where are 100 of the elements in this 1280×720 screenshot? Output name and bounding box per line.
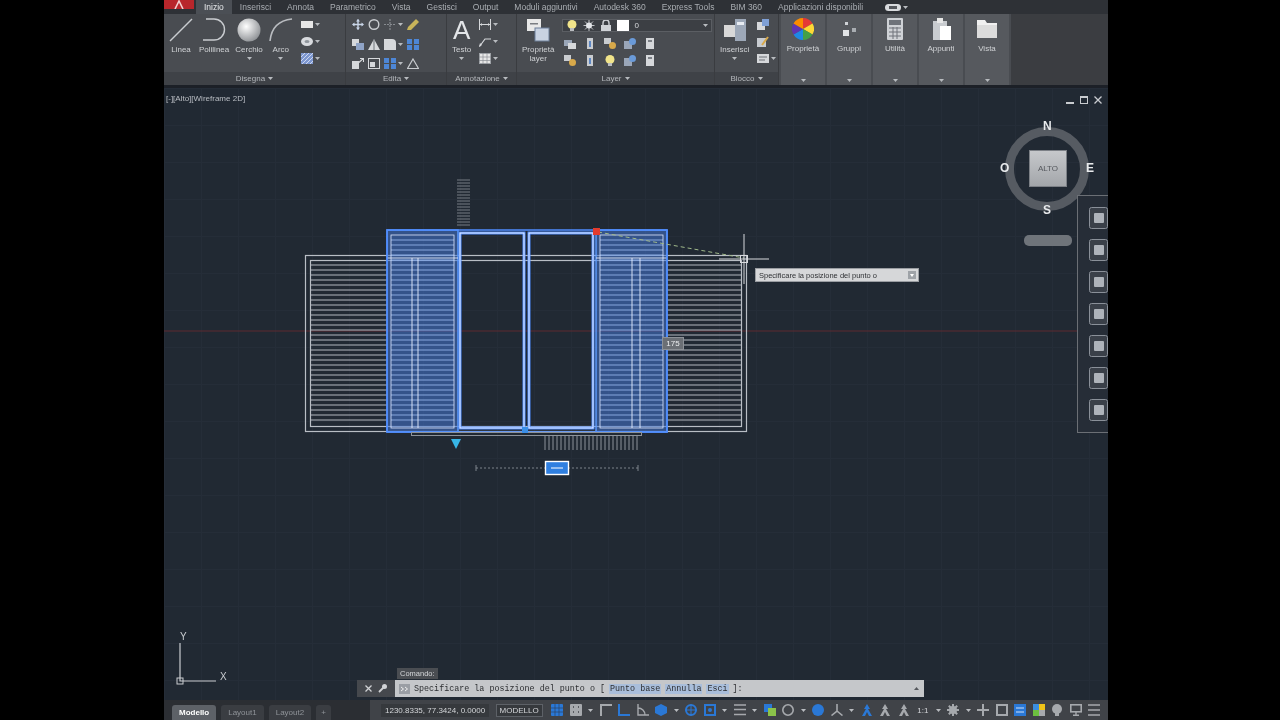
caret-icon[interactable] [493, 23, 499, 26]
lines-icon[interactable] [733, 704, 746, 716]
triangle-icon[interactable] [368, 38, 380, 50]
ribbon-tab[interactable]: Autodesk 360 [585, 0, 654, 14]
app-menu-icon[interactable] [164, 0, 194, 9]
caret-icon[interactable] [268, 77, 274, 80]
ribbon-tab[interactable]: BIM 360 [722, 0, 771, 14]
plus-icon[interactable] [977, 704, 990, 716]
line-tool-button[interactable]: Linea [167, 17, 195, 55]
square-and-dot-icon[interactable] [564, 55, 577, 66]
arc-angle-icon[interactable] [636, 704, 649, 716]
caret-icon[interactable] [914, 687, 919, 690]
circle-tool-button[interactable]: Cerchio [233, 17, 265, 61]
caret-icon[interactable] [398, 23, 403, 26]
dimension-input-field[interactable]: 175 [662, 337, 684, 350]
bulb-icon[interactable] [604, 55, 617, 66]
ribbon-tab[interactable]: Inizio [196, 0, 232, 14]
caret-icon[interactable] [314, 57, 320, 60]
command-option[interactable]: Annulla [665, 683, 703, 694]
overlapping-rectangles-icon[interactable] [564, 38, 577, 49]
text-tool-button[interactable]: A Testo [450, 17, 474, 61]
caret-icon[interactable] [849, 708, 855, 712]
caret-icon[interactable] [278, 57, 284, 60]
square-and-circle-icon[interactable] [624, 55, 637, 66]
rounded-square-icon[interactable] [1089, 399, 1108, 421]
caret-icon[interactable] [314, 40, 320, 43]
caret-icon[interactable] [624, 77, 630, 80]
command-option[interactable]: Punto base [609, 683, 662, 694]
caret-icon[interactable] [757, 77, 763, 80]
viewcube-face[interactable]: ALTO [1029, 150, 1067, 187]
collapsed-panel-button[interactable]: Proprietà [781, 14, 825, 85]
caret-icon[interactable] [493, 57, 499, 60]
leader-icon[interactable] [479, 36, 492, 47]
collapsed-panel-button[interactable]: Vista [965, 14, 1009, 85]
caret-icon[interactable] [965, 708, 971, 712]
ribbon-tab[interactable]: Annota [279, 0, 322, 14]
panel-icon[interactable] [1014, 704, 1027, 716]
arc-tool-button[interactable]: Arco [266, 17, 295, 61]
grip-square[interactable] [593, 228, 600, 235]
caret-icon[interactable] [732, 57, 738, 60]
panel-title[interactable]: Edita [346, 72, 446, 85]
dashed-cross-icon[interactable] [384, 19, 396, 30]
polyline-tool-button[interactable]: Polilinea [197, 17, 232, 55]
caret-icon[interactable] [502, 77, 508, 80]
caret-icon[interactable] [846, 79, 852, 82]
rectangle-icon[interactable] [300, 19, 313, 30]
rectangle-outline[interactable] [458, 231, 526, 430]
cross-arrows-icon[interactable] [352, 19, 364, 30]
ellipse-icon[interactable] [300, 36, 313, 47]
ribbon-tab[interactable]: Vista [383, 0, 419, 14]
caret-icon[interactable] [935, 708, 941, 712]
text-lines-icon[interactable] [757, 53, 770, 64]
viewport-controls-label[interactable]: [-][Alto][Wireframe 2D] [166, 94, 246, 103]
ribbon-tab[interactable]: Gestisci [418, 0, 465, 14]
caret-icon[interactable] [722, 708, 728, 712]
ring-icon[interactable] [368, 19, 380, 30]
caret-icon[interactable] [246, 57, 252, 60]
square-pencil-icon[interactable] [757, 36, 770, 47]
caret-icon[interactable] [938, 79, 944, 82]
model-space-button[interactable]: MODELLO [495, 703, 543, 717]
caret-icon[interactable] [892, 79, 898, 82]
rounded-square-icon[interactable] [1089, 207, 1108, 229]
dots-icon[interactable] [569, 704, 582, 716]
layer-dropdown[interactable]: 0 [562, 19, 713, 32]
layout-tab[interactable]: Modello [172, 705, 217, 720]
caret-icon[interactable] [588, 708, 594, 712]
rounded-square-icon[interactable] [1089, 271, 1108, 293]
caret-icon[interactable] [459, 57, 465, 60]
hatch-icon[interactable] [300, 53, 313, 64]
compass-letter[interactable]: N [1043, 120, 1052, 133]
sheet-icon[interactable] [644, 55, 657, 66]
layer-properties-tool-button[interactable]: Proprietà layer [520, 17, 557, 64]
caret-icon[interactable] [800, 79, 806, 82]
rounded-square-icon[interactable] [1089, 239, 1108, 261]
ribbon-tab[interactable]: Express Tools [653, 0, 723, 14]
caret-icon[interactable] [673, 708, 679, 712]
table-icon[interactable] [479, 53, 492, 64]
ribbon-tab[interactable]: Applicazioni disponibili [770, 0, 872, 14]
rounded-square-icon[interactable] [1089, 367, 1108, 389]
figure-icon[interactable] [879, 704, 892, 716]
square-and-circle-icon[interactable] [624, 38, 637, 49]
two-squares-icon[interactable] [352, 38, 364, 50]
rounded-square-icon[interactable] [1089, 303, 1108, 325]
caret-icon[interactable] [903, 5, 909, 9]
command-option[interactable]: Esci [706, 683, 729, 694]
rounded-square-icon[interactable] [1089, 335, 1108, 357]
caret-icon[interactable] [493, 40, 499, 43]
compass-letter[interactable]: S [1043, 204, 1051, 217]
caret-icon[interactable] [404, 77, 410, 80]
restore-icon[interactable] [1080, 96, 1088, 104]
caret-icon[interactable] [314, 23, 320, 26]
rectangle-outline[interactable] [527, 231, 595, 430]
selected-column[interactable] [386, 229, 459, 433]
caret-icon[interactable] [398, 62, 403, 66]
axes-icon[interactable] [830, 704, 843, 716]
pencil-icon[interactable] [407, 19, 419, 30]
close-icon[interactable] [1094, 96, 1102, 104]
collapsed-panel-button[interactable]: Appunti [919, 14, 963, 85]
bulb-icon[interactable] [1051, 704, 1064, 716]
panel-title[interactable]: Layer [517, 72, 714, 85]
